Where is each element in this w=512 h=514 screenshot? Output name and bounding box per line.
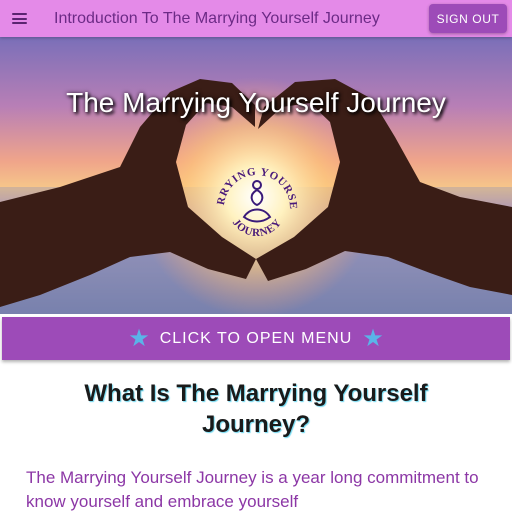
hamburger-menu-icon xyxy=(11,13,27,24)
menu-button[interactable] xyxy=(0,0,38,37)
page-title: Introduction To The Marrying Yourself Jo… xyxy=(54,9,380,27)
star-icon: ★ xyxy=(128,324,150,352)
app-bar: Introduction To The Marrying Yourself Jo… xyxy=(0,0,512,37)
intro-paragraph: The Marrying Yourself Journey is a year … xyxy=(26,468,479,511)
section-heading: What Is The Marrying Yourself Journey? xyxy=(84,380,428,438)
open-menu-button[interactable]: ★ CLICK TO OPEN MENU ★ xyxy=(2,317,510,360)
hero-title: The Marrying Yourself Journey xyxy=(66,87,446,118)
open-menu-label: CLICK TO OPEN MENU xyxy=(159,329,353,347)
hero-banner: MARRYING YOURSELF JOURNEY The Marrying Y… xyxy=(0,37,512,314)
hero-image: MARRYING YOURSELF JOURNEY xyxy=(0,37,512,314)
star-icon: ★ xyxy=(362,324,384,352)
sign-out-button[interactable]: SIGN OUT xyxy=(429,4,507,33)
